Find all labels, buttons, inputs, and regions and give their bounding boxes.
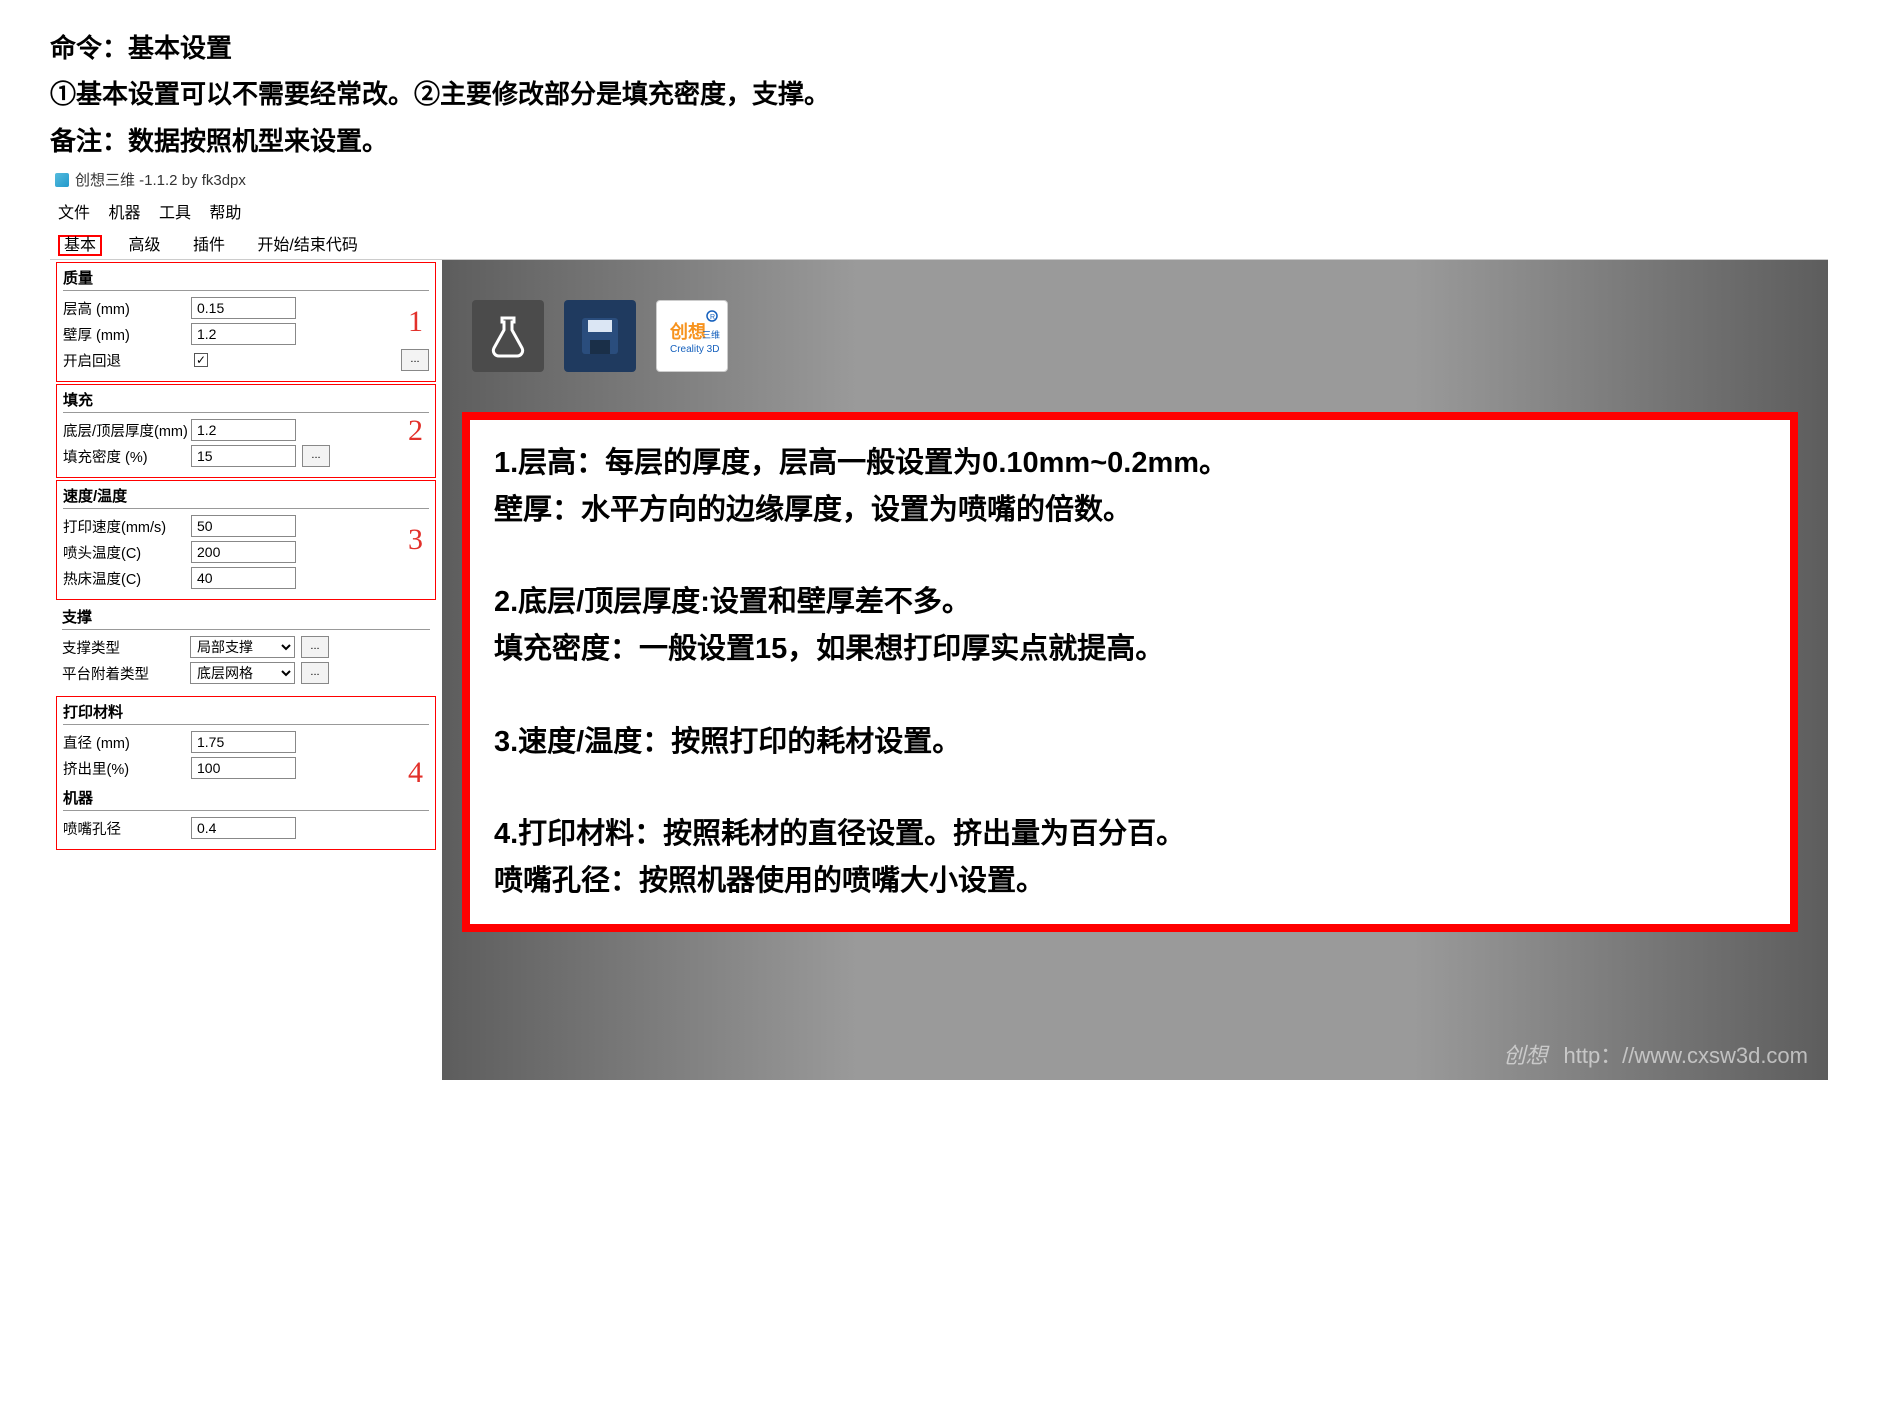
info-line-3: 3.速度/温度：按照打印的耗材设置。 [494, 719, 1766, 765]
heading-line2: ①基本设置可以不需要经常改。②主要修改部分是填充密度，支撑。 [50, 76, 1828, 112]
retraction-label: 开启回退 [63, 350, 191, 371]
watermark-url: http：//www.cxsw3d.com [1563, 1043, 1808, 1068]
support-title: 支撑 [62, 606, 430, 630]
info-box: 1.层高：每层的厚度，层高一般设置为0.10mm~0.2mm。 壁厚：水平方向的… [462, 412, 1798, 932]
menu-help[interactable]: 帮助 [209, 205, 241, 222]
tab-basic[interactable]: 基本 [58, 235, 102, 256]
heading-line3: 备注：数据按照机型来设置。 [50, 123, 1828, 159]
svg-text:创想: 创想 [669, 321, 706, 342]
nozzle-dia-label: 喷嘴孔径 [63, 818, 191, 839]
layer-height-label: 层高 (mm) [63, 298, 191, 319]
topbot-input[interactable] [191, 419, 296, 441]
info-line-4b: 喷嘴孔径：按照机器使用的喷嘴大小设置。 [494, 858, 1766, 904]
platform-type-select[interactable]: 底层网格 [190, 662, 295, 684]
app-title: 创想三维 -1.1.2 by fk3dpx [75, 169, 246, 190]
density-more-button[interactable]: ... [302, 445, 330, 467]
tab-advanced[interactable]: 高级 [122, 235, 166, 256]
menu-tool[interactable]: 工具 [159, 205, 191, 222]
menu-file[interactable]: 文件 [58, 205, 90, 222]
machine-title: 机器 [63, 787, 429, 811]
app-title-bar: 创想三维 -1.1.2 by fk3dpx [55, 169, 1828, 190]
menubar: 文件 机器 工具 帮助 [50, 195, 1828, 227]
tab-gcode[interactable]: 开始/结束代码 [251, 235, 363, 256]
info-line-1a: 1.层高：每层的厚度，层高一般设置为0.10mm~0.2mm。 [494, 440, 1766, 486]
print-speed-label: 打印速度(mm/s) [63, 516, 191, 537]
density-input[interactable] [191, 445, 296, 467]
flow-label: 挤出里(%) [63, 758, 191, 779]
heading-line1: 命令：基本设置 [50, 30, 1828, 66]
watermark-logo-icon: 创想 [1503, 1043, 1547, 1068]
topbot-label: 底层/顶层厚度(mm) [63, 420, 191, 441]
svg-text:三维: 三维 [702, 329, 720, 340]
save-icon [576, 312, 624, 360]
support-type-more-button[interactable]: ... [301, 636, 329, 658]
flask-icon [484, 312, 532, 360]
svg-text:Creality 3D: Creality 3D [670, 344, 719, 355]
diameter-label: 直径 (mm) [63, 732, 191, 753]
svg-text:R: R [710, 314, 715, 321]
section-speedtemp: 速度/温度 打印速度(mm/s) 喷头温度(C) 热床温度(C) 3 [56, 480, 436, 600]
info-line-4a: 4.打印材料：按照耗材的直径设置。挤出量为百分百。 [494, 811, 1766, 857]
creality-logo-button[interactable]: R 创想三维 Creality 3D [656, 300, 728, 372]
viewport: R创想三维Creality 3D 1.层高：每层的厚度，层高一般设置为0.10m… [442, 260, 1828, 1080]
info-line-1b: 壁厚：水平方向的边缘厚度，设置为喷嘴的倍数。 [494, 487, 1766, 533]
nozzle-temp-input[interactable] [191, 541, 296, 563]
load-model-button[interactable] [472, 300, 544, 372]
density-label: 填充密度 (%) [63, 446, 191, 467]
diameter-input[interactable] [191, 731, 296, 753]
wall-thickness-input[interactable] [191, 323, 296, 345]
menu-machine[interactable]: 机器 [108, 205, 140, 222]
support-type-label: 支撑类型 [62, 637, 190, 658]
layer-height-input[interactable] [191, 297, 296, 319]
tab-plugins[interactable]: 插件 [187, 235, 231, 256]
support-type-select[interactable]: 局部支撑 [190, 636, 295, 658]
info-line-2a: 2.底层/顶层厚度:设置和壁厚差不多。 [494, 579, 1766, 625]
section-material-machine: 打印材料 直径 (mm) 挤出里(%) 机器 喷嘴孔径 4 [56, 696, 436, 850]
badge-3: 3 [408, 523, 423, 557]
speedtemp-title: 速度/温度 [63, 485, 429, 509]
fill-title: 填充 [63, 389, 429, 413]
bed-temp-label: 热床温度(C) [63, 568, 191, 589]
nozzle-temp-label: 喷头温度(C) [63, 542, 191, 563]
watermark: 创想 http：//www.cxsw3d.com [1503, 1038, 1808, 1070]
save-button[interactable] [564, 300, 636, 372]
section-quality: 质量 层高 (mm) 壁厚 (mm) 开启回退 ✓ ... 1 [56, 262, 436, 382]
flow-input[interactable] [191, 757, 296, 779]
badge-1: 1 [408, 305, 423, 339]
bed-temp-input[interactable] [191, 567, 296, 589]
platform-type-label: 平台附着类型 [62, 663, 190, 684]
section-fill: 填充 底层/顶层厚度(mm) 填充密度 (%) ... 2 [56, 384, 436, 478]
quality-title: 质量 [63, 267, 429, 291]
tab-bar: 基本 高级 插件 开始/结束代码 [50, 227, 1828, 260]
badge-2: 2 [408, 414, 423, 448]
info-line-2b: 填充密度：一般设置15，如果想打印厚实点就提高。 [494, 626, 1766, 672]
platform-type-more-button[interactable]: ... [301, 662, 329, 684]
nozzle-dia-input[interactable] [191, 817, 296, 839]
print-speed-input[interactable] [191, 515, 296, 537]
retraction-checkbox[interactable]: ✓ [194, 353, 208, 367]
settings-panel: 质量 层高 (mm) 壁厚 (mm) 开启回退 ✓ ... 1 [50, 260, 442, 1080]
wall-thickness-label: 壁厚 (mm) [63, 324, 191, 345]
material-title: 打印材料 [63, 701, 429, 725]
app-icon [55, 173, 69, 187]
retraction-more-button[interactable]: ... [401, 349, 429, 371]
creality-logo-icon: R 创想三维 Creality 3D [664, 308, 720, 364]
section-support: 支撑 支撑类型 局部支撑 ... 平台附着类型 底层网格 ... [56, 602, 436, 694]
badge-4: 4 [408, 756, 423, 790]
viewport-toolbar: R 创想三维 Creality 3D [442, 260, 1828, 392]
